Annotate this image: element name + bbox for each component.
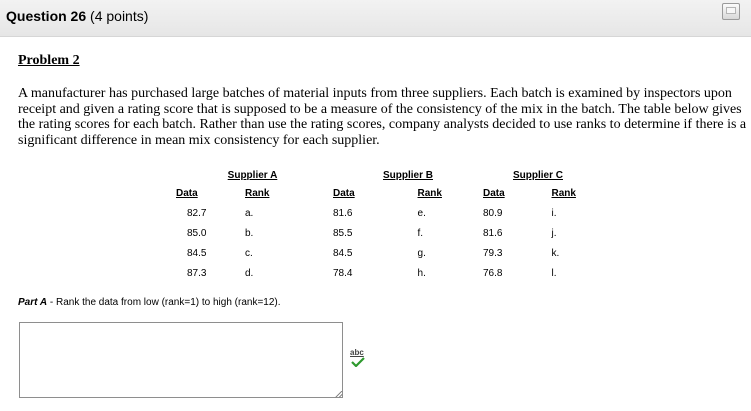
- rank-a: d.: [245, 267, 254, 279]
- col-header-rank-c: Rank: [551, 187, 576, 199]
- spellcheck-label: abc: [350, 348, 364, 357]
- table-row: 85.0 b. 85.5 f. 81.6 j.: [172, 223, 593, 243]
- data-c: 79.3: [483, 247, 503, 259]
- data-c: 81.6: [483, 227, 503, 239]
- question-number: Question 26: [6, 8, 87, 24]
- question-points: (4 points): [90, 8, 149, 24]
- supplier-table: Supplier A Supplier B Supplier C Data Ra…: [172, 167, 593, 283]
- rank-c: l.: [551, 267, 557, 279]
- col-header-data-b: Data: [333, 187, 355, 199]
- part-a-text: - Rank the data from low (rank=1) to hig…: [47, 297, 281, 308]
- rank-b: f.: [417, 227, 424, 239]
- data-a: 84.5: [187, 247, 207, 259]
- problem-text: A manufacturer has purchased large batch…: [18, 86, 747, 149]
- part-a-prompt: Part A - Rank the data from low (rank=1)…: [18, 297, 281, 308]
- resize-handle-icon[interactable]: [335, 391, 342, 398]
- problem-heading: Problem 2: [18, 53, 80, 68]
- table-row: 84.5 c. 84.5 g. 79.3 k.: [172, 243, 593, 263]
- question-title: Question 26 (4 points): [6, 8, 148, 24]
- data-b: 84.5: [333, 247, 353, 259]
- data-a: 87.3: [187, 267, 207, 279]
- rank-b: g.: [417, 247, 426, 259]
- rank-a: a.: [245, 207, 254, 219]
- data-b: 78.4: [333, 267, 353, 279]
- supplier-a-header: Supplier A: [227, 169, 278, 181]
- rank-a: c.: [245, 247, 253, 259]
- rank-a: b.: [245, 227, 254, 239]
- part-a-label: Part A: [18, 297, 48, 308]
- supplier-b-header: Supplier B: [382, 169, 433, 181]
- supplier-header-row: Supplier A Supplier B Supplier C: [172, 167, 593, 183]
- spellcheck-icon[interactable]: abc: [348, 348, 368, 369]
- data-b: 81.6: [333, 207, 353, 219]
- rank-b: e.: [417, 207, 426, 219]
- col-header-data-a: Data: [176, 187, 198, 199]
- rank-c: j.: [551, 227, 557, 239]
- answer-textarea[interactable]: [19, 322, 343, 398]
- col-header-rank-a: Rank: [245, 187, 270, 199]
- col-header-rank-b: Rank: [417, 187, 442, 199]
- data-b: 85.5: [333, 227, 353, 239]
- question-header: Question 26 (4 points): [0, 0, 751, 37]
- column-header-row: Data Rank Data Rank Data Rank: [172, 183, 593, 203]
- col-header-data-c: Data: [483, 187, 505, 199]
- supplier-c-header: Supplier C: [512, 169, 563, 181]
- table-row: 82.7 a. 81.6 e. 80.9 i.: [172, 203, 593, 223]
- rank-c: i.: [551, 207, 557, 219]
- table-row: 87.3 d. 78.4 h. 76.8 l.: [172, 263, 593, 283]
- data-a: 82.7: [187, 207, 207, 219]
- rank-c: k.: [551, 247, 560, 259]
- data-c: 76.8: [483, 267, 503, 279]
- save-icon[interactable]: [722, 3, 740, 20]
- data-c: 80.9: [483, 207, 503, 219]
- data-a: 85.0: [187, 227, 207, 239]
- checkmark-icon: [351, 357, 365, 367]
- rank-b: h.: [417, 267, 426, 279]
